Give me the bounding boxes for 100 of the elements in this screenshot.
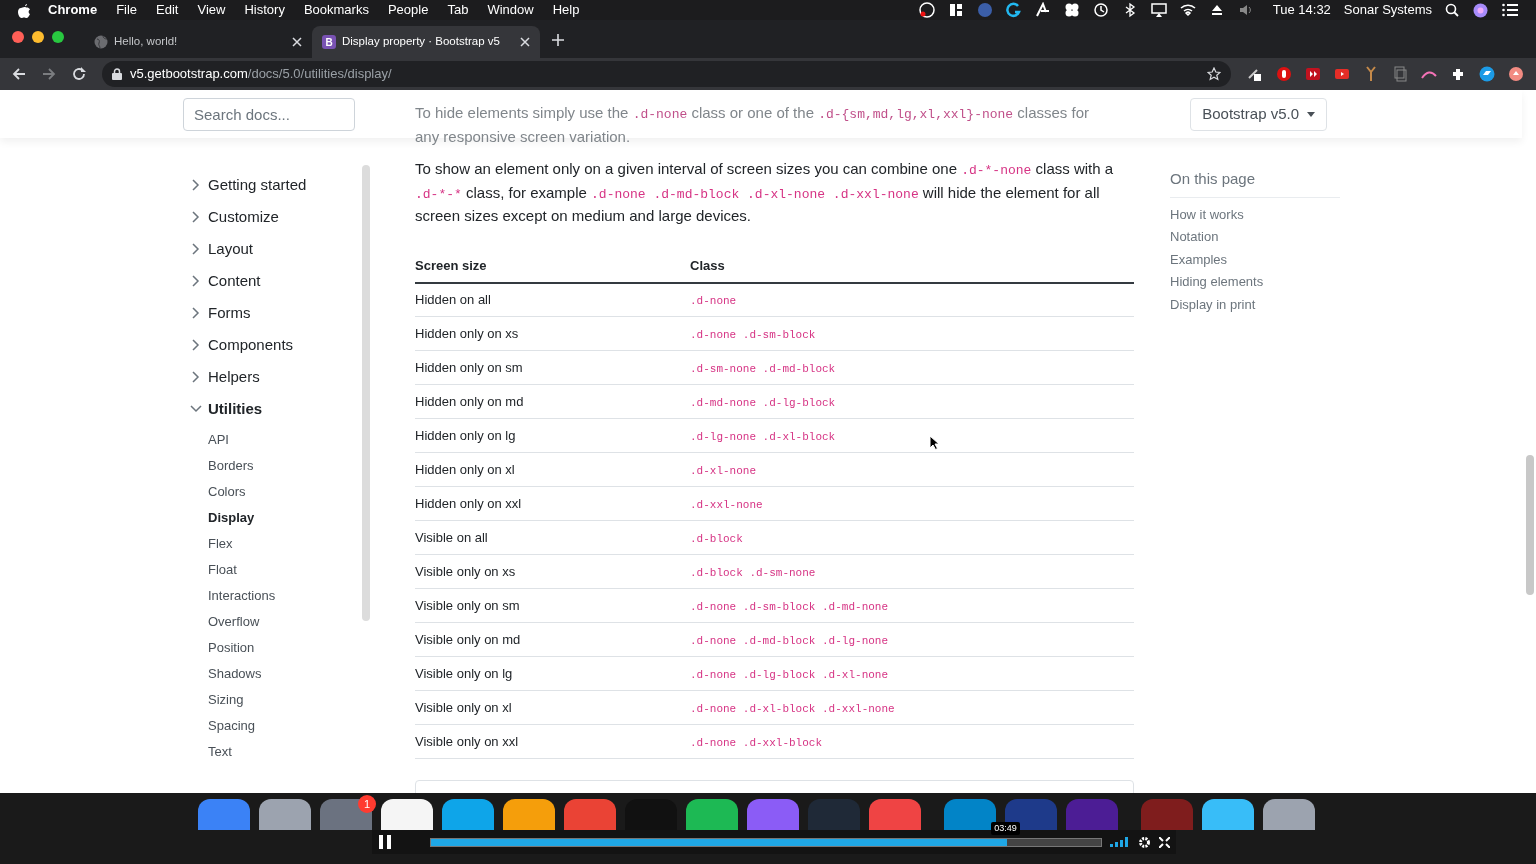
- nav-link[interactable]: Colors: [208, 479, 358, 505]
- address-bar[interactable]: v5.getbootstrap.com/docs/5.0/utilities/display/: [102, 61, 1231, 87]
- toc-link[interactable]: How it works: [1170, 203, 1340, 226]
- nav-group[interactable]: Utilities: [190, 393, 263, 425]
- window-control[interactable]: [52, 31, 64, 43]
- extension-icon[interactable]: [1276, 66, 1292, 82]
- close-icon[interactable]: [520, 37, 530, 47]
- menu-item[interactable]: File: [116, 0, 138, 20]
- table-cell: Visible only on md: [415, 631, 521, 647]
- chevron-right-icon: [190, 275, 202, 287]
- toc-link[interactable]: Examples: [1170, 248, 1340, 271]
- extension-icon[interactable]: [1450, 66, 1466, 82]
- nav-group[interactable]: Layout: [190, 233, 254, 265]
- menu-item[interactable]: Chrome: [48, 0, 98, 20]
- apple-icon[interactable]: [18, 2, 31, 18]
- nav-group[interactable]: Customize: [190, 201, 279, 233]
- forward-icon[interactable]: [42, 67, 56, 81]
- extension-icon[interactable]: [1479, 66, 1495, 82]
- table-cell: .d-xxl-none: [690, 498, 763, 511]
- toc-link[interactable]: Notation: [1170, 226, 1340, 249]
- browser-tab[interactable]: B Display property · Bootstrap v5: [312, 26, 540, 58]
- nav-group[interactable]: Forms: [190, 297, 251, 329]
- menu-item[interactable]: Window: [487, 0, 534, 20]
- fullscreen-icon[interactable]: [1159, 836, 1170, 848]
- list-icon[interactable]: [1502, 3, 1518, 17]
- globe-icon: [94, 35, 108, 49]
- nav-link[interactable]: Overflow: [208, 609, 358, 635]
- app-icon[interactable]: [259, 799, 311, 830]
- extension-icon[interactable]: [1508, 66, 1524, 82]
- nav-link[interactable]: Flex: [208, 531, 358, 557]
- search-icon[interactable]: [1445, 3, 1459, 17]
- table-cell: .d-none .d-md-block .d-lg-none: [690, 634, 889, 647]
- nav-link[interactable]: Interactions: [208, 583, 358, 609]
- scrollbar-thumb[interactable]: [362, 165, 370, 621]
- menu-item[interactable]: Tab: [447, 0, 469, 20]
- status-icon[interactable]: [1005, 2, 1022, 18]
- nav-link[interactable]: Text: [208, 739, 358, 765]
- window-control[interactable]: [32, 31, 44, 43]
- nav-link[interactable]: Position: [208, 635, 358, 661]
- status-icon[interactable]: [1063, 2, 1080, 18]
- scrollbar-thumb[interactable]: [1526, 455, 1534, 595]
- nav-group[interactable]: Helpers: [190, 361, 260, 393]
- nav-group[interactable]: Components: [190, 329, 294, 361]
- url-text: v5.getbootstrap.com/docs/5.0/utilities/display/: [130, 65, 393, 84]
- menu-item[interactable]: Edit: [156, 0, 179, 20]
- column-header: Class: [690, 250, 1134, 283]
- nav-link[interactable]: Sizing: [208, 687, 358, 713]
- version-dropdown[interactable]: Bootstrap v5.0: [1190, 97, 1327, 131]
- reload-icon[interactable]: [72, 67, 86, 81]
- table-cell: Hidden only on md: [415, 393, 524, 409]
- extension-icon[interactable]: [1305, 66, 1321, 82]
- toc-link[interactable]: Hiding elements: [1170, 271, 1340, 294]
- new-tab-icon[interactable]: [552, 34, 564, 46]
- chevron-right-icon: [190, 307, 202, 319]
- status-icon[interactable]: [947, 2, 964, 18]
- volume-icon[interactable]: [1110, 837, 1130, 847]
- table-cell: .d-sm-none .d-md-block: [690, 362, 836, 375]
- nav-link[interactable]: Display: [208, 505, 358, 531]
- nav-link[interactable]: Spacing: [208, 713, 358, 739]
- pause-icon[interactable]: [378, 834, 392, 850]
- nav-link[interactable]: Shadows: [208, 661, 358, 687]
- browser-tab[interactable]: Hello, world!: [84, 26, 312, 58]
- table-cell: .d-none .d-sm-block .d-md-none: [690, 600, 889, 613]
- clock[interactable]: Tue 14:32: [1272, 0, 1331, 20]
- user-name[interactable]: Sonar Systems: [1343, 0, 1432, 20]
- table-cell: Hidden on all: [415, 292, 491, 307]
- menu-item[interactable]: People: [387, 0, 429, 20]
- menu-item[interactable]: Bookmarks: [303, 0, 369, 20]
- menu-item[interactable]: Help: [552, 0, 580, 20]
- status-icon[interactable]: [1092, 2, 1109, 18]
- app-icon[interactable]: [503, 799, 555, 830]
- back-icon[interactable]: [12, 67, 26, 81]
- table-cell: .d-none: [690, 295, 737, 307]
- status-icon[interactable]: [1179, 2, 1196, 18]
- nav-link[interactable]: API: [208, 427, 358, 453]
- menu-item[interactable]: View: [197, 0, 226, 20]
- table-cell: .d-block .d-sm-none: [690, 566, 816, 579]
- search-field[interactable]: Search docs...: [183, 97, 355, 131]
- app-icon[interactable]: [442, 799, 494, 830]
- table-cell: .d-md-none .d-lg-block: [690, 396, 836, 409]
- toc-link[interactable]: Display in print: [1170, 293, 1340, 316]
- table-cell: .d-none .d-xl-block .d-xxl-none: [690, 702, 895, 715]
- status-icon[interactable]: [1150, 2, 1167, 18]
- app-icon[interactable]: [1263, 799, 1315, 830]
- star-icon[interactable]: [1207, 67, 1221, 81]
- table-cell: Hidden only on xl: [415, 461, 515, 477]
- nav-group[interactable]: Getting started: [190, 169, 307, 201]
- extension-icon[interactable]: [1247, 66, 1263, 82]
- app-icon[interactable]: [381, 799, 433, 830]
- nav-link[interactable]: Borders: [208, 453, 358, 479]
- window-control[interactable]: [12, 31, 24, 43]
- menu-item[interactable]: History: [244, 0, 285, 20]
- app-icon[interactable]: [1202, 799, 1254, 830]
- siri-icon[interactable]: [1473, 2, 1488, 18]
- settings-icon[interactable]: [1138, 835, 1151, 849]
- close-icon[interactable]: [292, 37, 302, 47]
- nav-group[interactable]: Content: [190, 265, 261, 297]
- nav-link[interactable]: Float: [208, 557, 358, 583]
- app-icon[interactable]: [686, 799, 738, 830]
- extension-icon[interactable]: [1334, 66, 1350, 82]
